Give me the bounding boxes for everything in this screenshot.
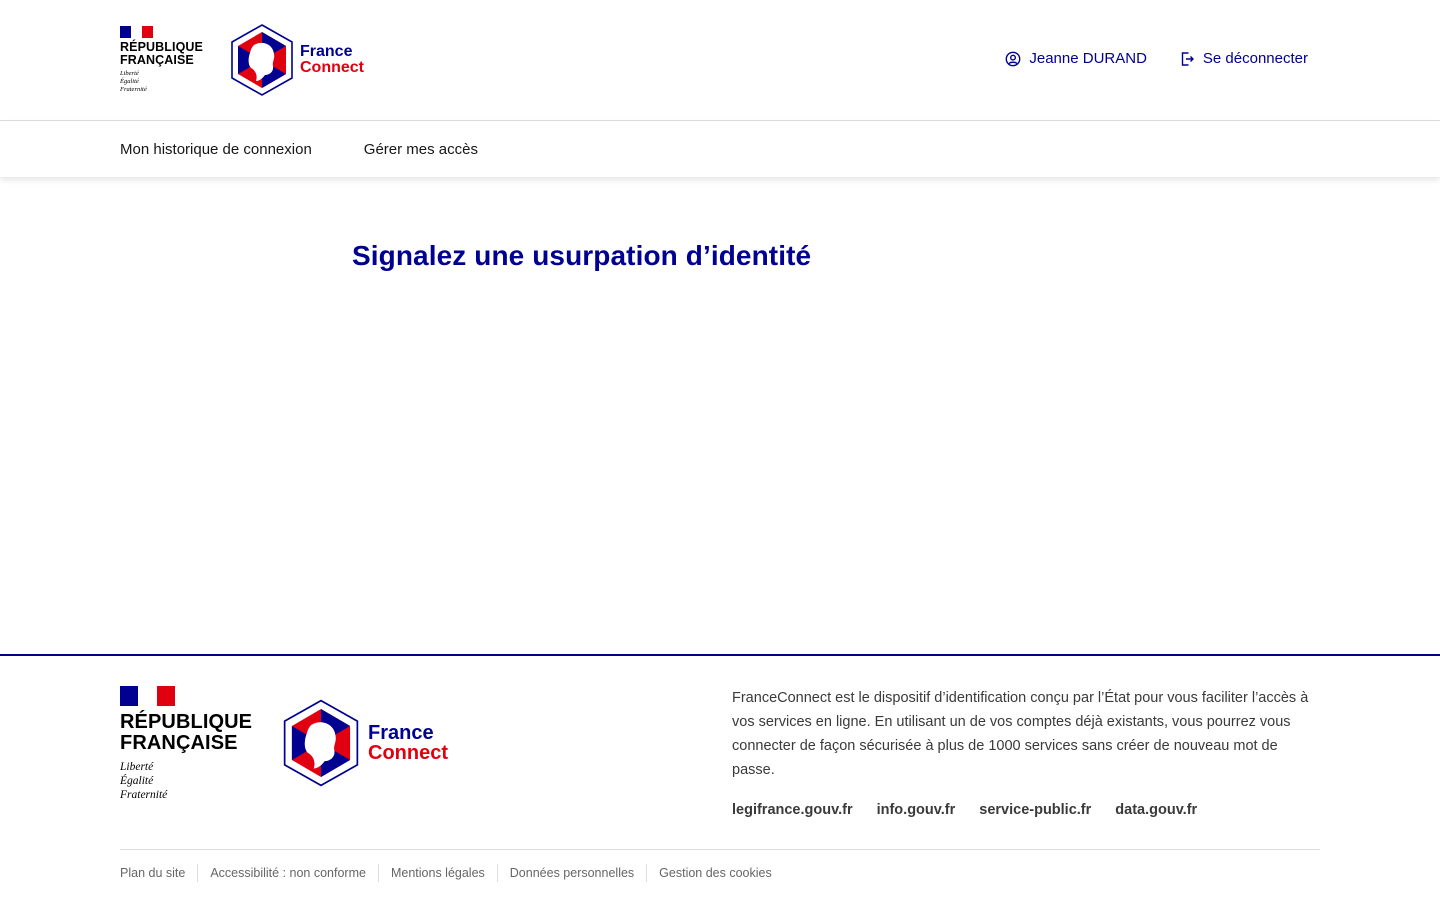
footer-partner-links: legifrance.gouv.fr info.gouv.fr service-…: [732, 802, 1197, 818]
site-footer: RÉPUBLIQUE FRANÇAISE Liberté Égalité Fra…: [0, 654, 1440, 900]
franceconnect-hexagon-icon: [283, 699, 359, 787]
user-circle-icon: [1005, 51, 1021, 66]
header-tools: Jeanne DURAND Se déconnecter: [1005, 50, 1308, 67]
footer-republique-francaise-logo[interactable]: RÉPUBLIQUE FRANÇAISE Liberté Égalité Fra…: [120, 686, 270, 802]
republique-motto: Liberté Égalité Fraternité: [120, 70, 147, 93]
footer-link-plan-du-site[interactable]: Plan du site: [120, 864, 197, 882]
republique-francaise-logo[interactable]: RÉPUBLIQUE FRANÇAISE Liberté Égalité Fra…: [120, 26, 210, 94]
footer-description: FranceConnect est le dispositif d’identi…: [732, 690, 1309, 778]
logout-button[interactable]: Se déconnecter: [1179, 50, 1308, 67]
republique-name: RÉPUBLIQUE FRANÇAISE: [120, 40, 203, 67]
page-title: Signalez une usurpation d’identité: [352, 240, 812, 271]
footer-link-data-gouv[interactable]: data.gouv.fr: [1115, 802, 1197, 818]
footer-bottom-links: Plan du site Accessibilité : non conform…: [120, 864, 784, 882]
republique-motto: Liberté Égalité Fraternité: [120, 761, 168, 801]
logout-label: Se déconnecter: [1202, 50, 1308, 67]
footer-link-legifrance[interactable]: legifrance.gouv.fr: [732, 802, 853, 818]
user-account-link[interactable]: Jeanne DURAND: [1005, 50, 1147, 67]
footer-divider: [120, 849, 1320, 850]
footer-link-info-gouv[interactable]: info.gouv.fr: [877, 802, 956, 818]
footer-franceconnect-logo[interactable]: France Connect: [281, 698, 448, 788]
franceconnect-logo[interactable]: France Connect: [229, 23, 364, 97]
franceconnect-hexagon-icon: [231, 24, 293, 96]
main-navigation: Mon historique de connexion Gérer mes ac…: [0, 121, 1440, 177]
user-name: Jeanne DURAND: [1029, 50, 1147, 67]
footer-link-accessibilite[interactable]: Accessibilité : non conforme: [197, 864, 378, 882]
republique-name: RÉPUBLIQUE FRANÇAISE: [120, 711, 253, 754]
nav-item-gerer-acces[interactable]: Gérer mes accès: [364, 141, 478, 158]
franceconnect-wordmark: France Connect: [300, 43, 364, 76]
nav-item-historique[interactable]: Mon historique de connexion: [120, 141, 312, 158]
logout-icon: [1181, 51, 1194, 66]
footer-link-service-public[interactable]: service-public.fr: [979, 802, 1091, 818]
footer-link-donnees-personnelles[interactable]: Données personnelles: [496, 864, 646, 882]
french-flag-icon: [120, 26, 153, 38]
french-flag-icon: [120, 686, 175, 706]
site-header: RÉPUBLIQUE FRANÇAISE Liberté Égalité Fra…: [0, 0, 1440, 121]
franceconnect-wordmark: France Connect: [368, 722, 448, 764]
footer-link-gestion-cookies[interactable]: Gestion des cookies: [646, 864, 784, 882]
footer-link-mentions-legales[interactable]: Mentions légales: [377, 864, 497, 882]
